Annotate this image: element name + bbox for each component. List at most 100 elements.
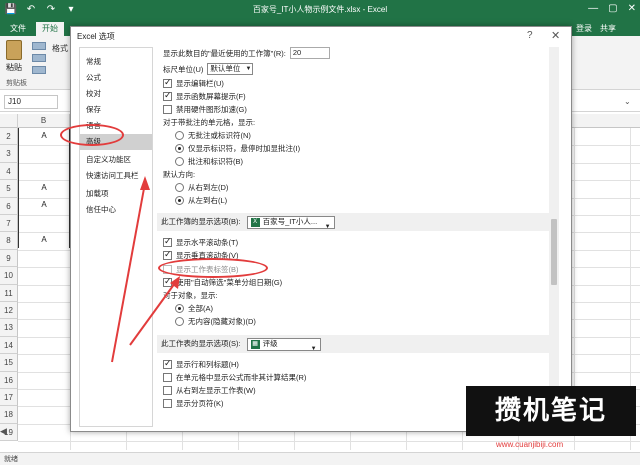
no-comments-option[interactable]: 无批注或标识符(N)	[175, 130, 251, 141]
nav-item-customize-ribbon[interactable]: 自定义功能区	[80, 152, 152, 168]
row-header[interactable]: 5	[0, 180, 18, 198]
row-header[interactable]: 7	[0, 215, 18, 233]
checkbox-icon[interactable]	[163, 386, 172, 395]
row-header[interactable]: 9	[0, 249, 18, 268]
row-header[interactable]: 4	[0, 162, 18, 181]
cell-b6[interactable]: A	[18, 200, 70, 209]
close-window-button[interactable]: ✕	[628, 2, 636, 16]
options-nav: 常规 公式 校对 保存 语言 高级 自定义功能区 快速访问工具栏 加载项 信任中…	[79, 47, 153, 427]
checkbox-icon[interactable]	[163, 399, 172, 408]
checkbox-icon[interactable]	[163, 276, 172, 287]
row-header[interactable]: 13	[0, 319, 18, 337]
group-dates-option[interactable]: 使用"自动筛选"菜单分组日期(G)	[163, 276, 282, 288]
share-button[interactable]: 共享	[600, 23, 616, 34]
cell-b8[interactable]: A	[18, 235, 70, 244]
show-headers-option[interactable]: 显示行和列标题(H)	[163, 358, 239, 370]
nav-item-proofing[interactable]: 校对	[80, 86, 152, 102]
rtl-option[interactable]: 从右到左(D)	[175, 182, 228, 193]
window-controls: — ▢ ✕	[588, 2, 636, 16]
objects-nothing-option[interactable]: 无内容(隐藏对象)(D)	[175, 316, 256, 327]
column-header-b[interactable]: B	[18, 114, 70, 128]
radio-icon[interactable]	[175, 317, 184, 326]
row-header[interactable]: 12	[0, 302, 18, 320]
show-page-breaks-option[interactable]: 显示分页符(K)	[163, 398, 224, 409]
row-header[interactable]: 16	[0, 371, 18, 389]
show-formulas-option[interactable]: 在单元格中显示公式而非其计算结果(R)	[163, 372, 306, 383]
radio-icon[interactable]	[175, 144, 184, 153]
show-hscroll-option[interactable]: 显示水平滚动条(T)	[163, 236, 238, 248]
chevron-down-icon: ▼	[245, 66, 252, 72]
nav-item-save[interactable]: 保存	[80, 102, 152, 118]
radio-icon[interactable]	[175, 304, 184, 313]
row-header[interactable]: 14	[0, 336, 18, 355]
watermark: 攒机笔记 www.cuanjibiji.com	[466, 386, 636, 452]
name-box[interactable]: J10	[4, 95, 58, 109]
login-link[interactable]: 登录	[576, 23, 592, 34]
copy-icon[interactable]	[32, 54, 46, 62]
restore-button[interactable]: ▢	[608, 2, 617, 16]
close-icon[interactable]: ✕	[551, 29, 560, 42]
options-scrollbar[interactable]	[549, 47, 559, 427]
radio-icon[interactable]	[175, 196, 184, 205]
ruler-units-select[interactable]: 默认单位 ▼	[207, 63, 254, 75]
minimize-button[interactable]: —	[588, 2, 598, 16]
status-bar: 就绪	[0, 452, 640, 465]
nav-item-general[interactable]: 常规	[80, 54, 152, 70]
recent-files-label: 显示此数目的"最近使用的工作簿"(R):	[163, 48, 286, 58]
disable-hw-accel-option[interactable]: 禁用硬件图形加速(G)	[163, 104, 247, 115]
select-all-corner[interactable]	[0, 114, 18, 128]
row-header[interactable]: 17	[0, 389, 18, 407]
scrollbar-thumb[interactable]	[551, 219, 557, 285]
recent-files-input[interactable]: 20	[289, 47, 330, 59]
help-icon[interactable]: ?	[527, 30, 533, 41]
show-func-tips-option[interactable]: 显示函数屏幕提示(F)	[163, 90, 246, 102]
sheet-select[interactable]: ▦ 评级 ▼	[246, 337, 321, 352]
show-formula-bar-option[interactable]: 显示编辑栏(U)	[163, 77, 224, 89]
comments-and-indicators-option[interactable]: 批注和标识符(B)	[175, 156, 243, 167]
excel-file-icon: X	[250, 217, 260, 227]
radio-icon[interactable]	[175, 131, 184, 140]
radio-icon[interactable]	[175, 183, 184, 192]
row-header[interactable]: 3	[0, 145, 18, 163]
cut-icon[interactable]	[32, 42, 46, 50]
row-header[interactable]: 15	[0, 354, 18, 372]
expand-formula-bar-icon[interactable]: ⌄	[624, 97, 631, 106]
nav-item-quick-access-toolbar[interactable]: 快速访问工具栏	[80, 168, 152, 184]
checkbox-icon[interactable]	[163, 249, 172, 260]
checkbox-icon[interactable]	[163, 358, 172, 369]
radio-icon[interactable]	[175, 157, 184, 166]
checkbox-icon[interactable]	[163, 77, 172, 88]
row-header[interactable]: 10	[0, 267, 18, 285]
workbook-select[interactable]: X 百家号_IT小人... ▼	[246, 215, 335, 230]
indicators-only-option[interactable]: 仅显示标识符，悬停时加显批注(I)	[175, 143, 300, 154]
row-header[interactable]: 8	[0, 232, 18, 250]
nav-item-formulas[interactable]: 公式	[80, 70, 152, 86]
paste-icon[interactable]	[6, 40, 22, 60]
sheet-nav-prev-icon[interactable]: ◀	[0, 426, 7, 437]
tab-file[interactable]: 文件	[4, 22, 32, 36]
row-header[interactable]: 6	[0, 197, 18, 215]
nav-item-addins[interactable]: 加载项	[80, 186, 152, 202]
checkbox-icon[interactable]	[163, 105, 172, 114]
chevron-down-icon: ▼	[310, 345, 317, 352]
nav-item-trust-center[interactable]: 信任中心	[80, 202, 152, 218]
checkbox-icon[interactable]	[163, 90, 172, 101]
checkbox-icon[interactable]	[163, 373, 172, 382]
ltr-option[interactable]: 从左到右(L)	[175, 195, 227, 206]
objects-label: 对于对象，显示:	[163, 290, 218, 301]
option-label: 全部(A)	[188, 304, 213, 313]
format-painter-icon[interactable]	[32, 66, 46, 74]
row-header[interactable]: 18	[0, 406, 18, 424]
rtl-sheet-option[interactable]: 从右到左显示工作表(W)	[163, 385, 256, 396]
checkbox-icon[interactable]	[163, 236, 172, 247]
objects-all-option[interactable]: 全部(A)	[175, 303, 213, 314]
paste-label[interactable]: 粘贴	[6, 62, 22, 73]
row-header[interactable]: 11	[0, 284, 18, 302]
workbook-name: 百家号_IT小人...	[262, 217, 318, 226]
row-header[interactable]: 2	[0, 128, 18, 146]
sheet-section-label: 此工作表的显示选项(S):	[161, 339, 241, 348]
workbook-section-label: 此工作簿的显示选项(B):	[161, 217, 241, 226]
ruler-units-value: 默认单位	[210, 64, 241, 73]
cell-b5[interactable]: A	[18, 183, 70, 192]
tab-home[interactable]: 开始	[36, 22, 64, 36]
